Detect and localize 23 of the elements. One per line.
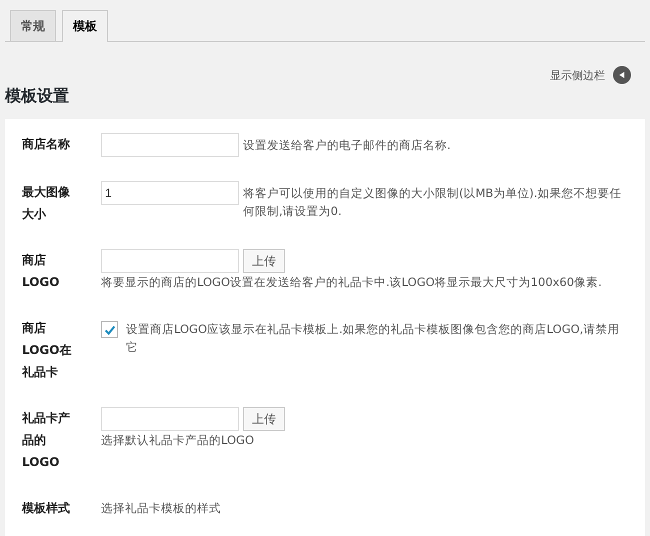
field-description: 设置发送给客户的电子邮件的商店名称. <box>243 137 452 154</box>
field-description: 将要显示的商店的LOGO设置在发送给客户的礼品卡中.该LOGO将显示最大尺寸为100x60像素. <box>101 274 603 291</box>
setting-label: 商店LOGO <box>22 252 60 291</box>
section-heading: 模板设置 <box>5 86 70 107</box>
input-field[interactable] <box>101 407 239 431</box>
setting-label: 商店名称 <box>22 136 71 153</box>
field-description: 设置商店LOGO应该显示在礼品卡模板上.如果您的礼品卡模板图像包含您的商店LOGO,请禁用它 <box>126 321 620 356</box>
field-description: 选择礼品卡模板的样式 <box>101 500 222 517</box>
field-description: 选择默认礼品卡产品的LOGO <box>101 432 256 449</box>
checkbox[interactable] <box>101 321 118 338</box>
setting-label: 最大图像大小 <box>22 184 71 223</box>
upload-button[interactable]: 上传 <box>243 407 285 431</box>
tab[interactable]: 模板 <box>62 10 108 42</box>
setting-label: 商店LOGO在礼品卡 <box>22 320 72 381</box>
field-description: 将客户可以使用的自定义图像的大小限制(以MB为单位).如果您不想要任何限制,请设置为0. <box>243 185 622 220</box>
input-field[interactable] <box>101 133 239 157</box>
tab[interactable]: 常规 <box>10 10 56 41</box>
input-field[interactable]: 1 <box>101 181 239 205</box>
input-field[interactable] <box>101 249 239 273</box>
upload-button[interactable]: 上传 <box>243 249 285 273</box>
show-sidebar-link[interactable]: 显示侧边栏 <box>550 68 605 82</box>
setting-label: 模板样式 <box>22 500 71 517</box>
setting-label: 礼品卡产品的LOGO <box>22 410 71 471</box>
